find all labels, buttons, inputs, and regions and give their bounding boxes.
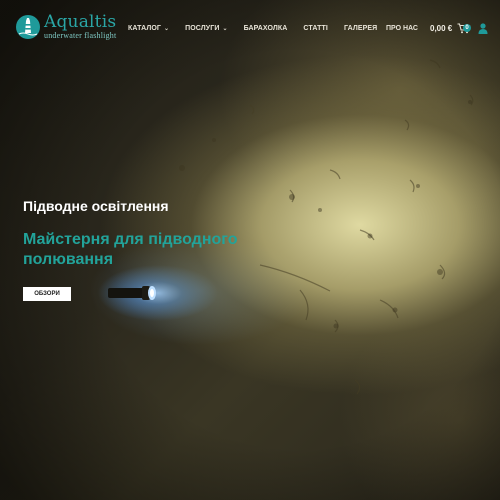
nav-item-services[interactable]: ПОСЛУГИ ⌄ — [185, 25, 227, 32]
nav-item-flea-market[interactable]: БАРАХОЛКА — [244, 25, 288, 32]
user-icon[interactable] — [478, 23, 488, 34]
nav-item-catalog[interactable]: КАТАЛОГ ⌄ — [128, 25, 169, 32]
main-nav: КАТАЛОГ ⌄ ПОСЛУГИ ⌄ БАРАХОЛКА СТАТТІ ГАЛ… — [128, 25, 393, 32]
logo-name: Aqualtis — [44, 12, 117, 32]
cart-total[interactable]: 0,00 € — [430, 24, 452, 33]
nav-item-about[interactable]: ПРО НАС — [386, 25, 418, 32]
nav-item-label: КАТАЛОГ — [128, 25, 161, 32]
hero-subtitle: Майстерня для підводного полювання — [23, 231, 238, 268]
flashlight-icon — [108, 286, 156, 300]
nav-item-label: ГАЛЕРЕЯ — [343, 25, 378, 32]
hero-title: Підводне освітлення — [23, 198, 169, 214]
nav-item-gallery[interactable]: ГАЛЕРЕЯ — [344, 25, 377, 32]
logo-tagline: underwater flashlight — [44, 31, 117, 40]
nav-item-label: ПОСЛУГИ — [185, 25, 220, 32]
cart-count-badge: 0 — [463, 24, 471, 32]
nav-item-articles[interactable]: СТАТТІ — [303, 25, 328, 32]
reviews-button[interactable]: ОБЗОРИ — [23, 287, 71, 301]
lighthouse-logo-icon — [16, 15, 40, 39]
logo[interactable]: Aqualtis underwater flashlight — [16, 14, 116, 40]
nav-item-label: СТАТТІ — [303, 25, 328, 32]
nav-item-label: БАРАХОЛКА — [243, 25, 288, 32]
chevron-down-icon: ⌄ — [222, 26, 228, 32]
site-header: Aqualtis underwater flashlight КАТАЛОГ ⌄… — [0, 0, 500, 60]
chevron-down-icon: ⌄ — [163, 26, 170, 32]
